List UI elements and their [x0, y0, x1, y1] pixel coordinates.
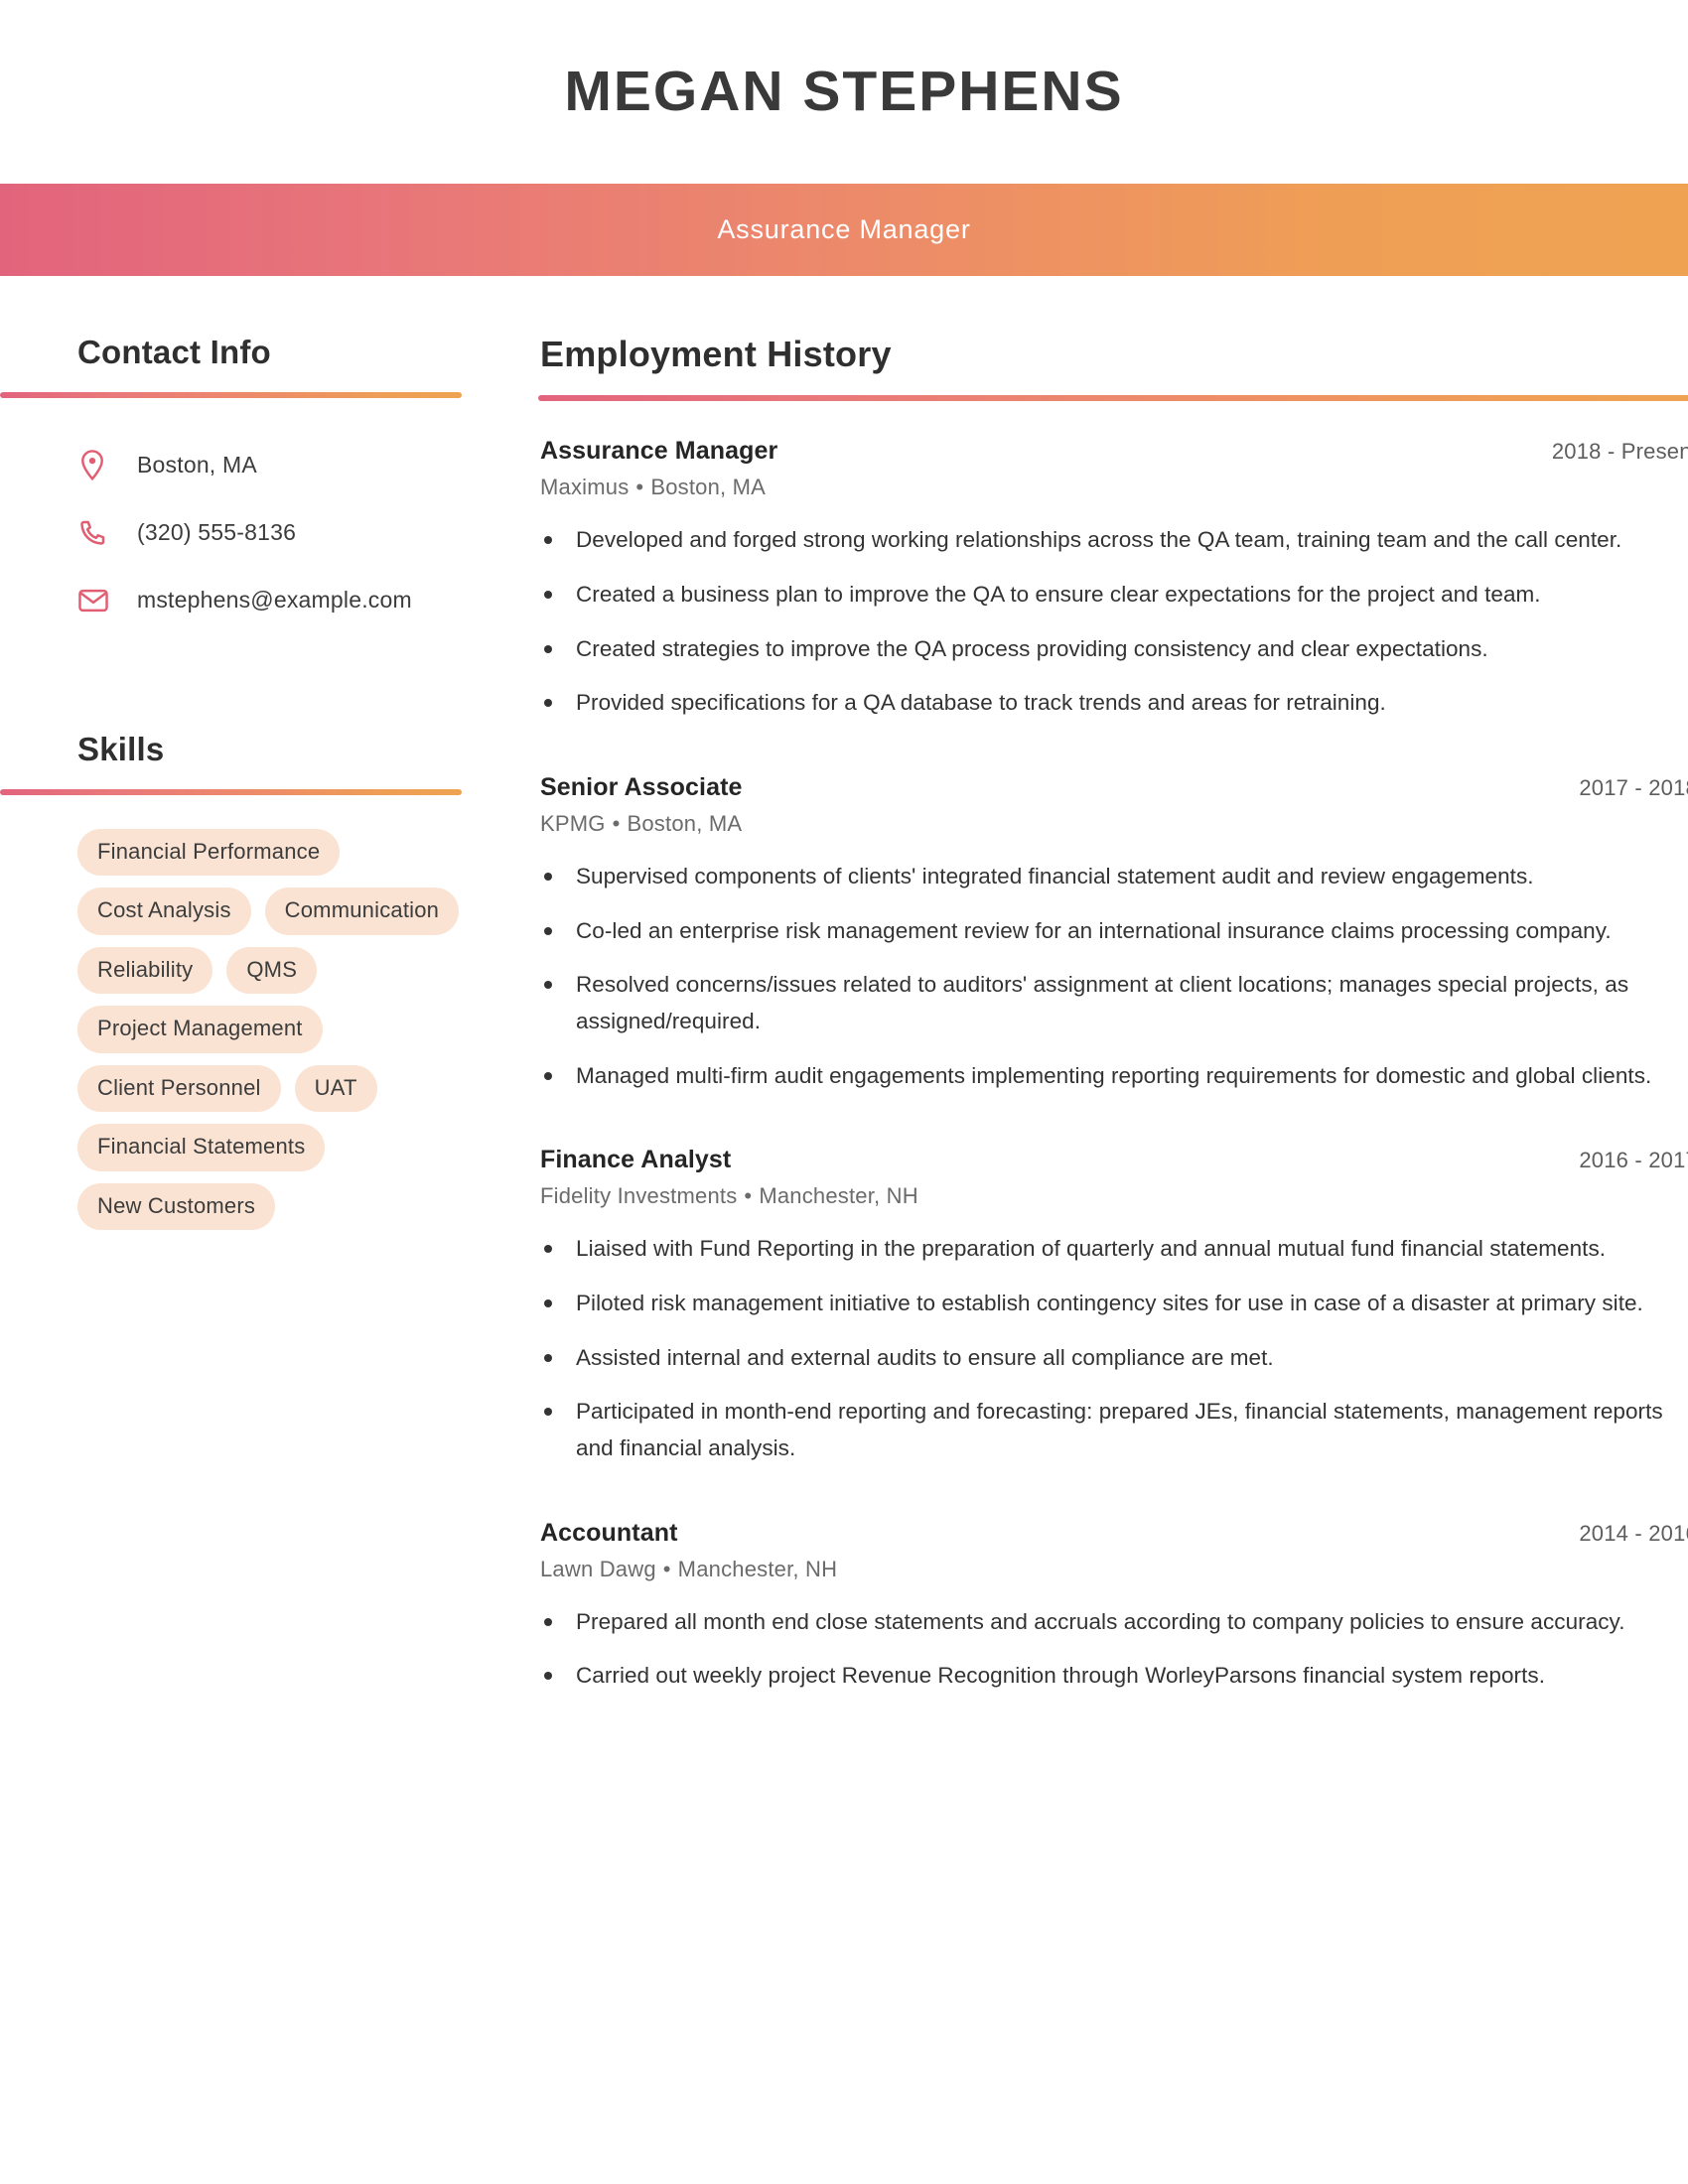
job-header: Senior Associate 2017 - 2018: [540, 773, 1688, 802]
employment-heading: Employment History: [540, 334, 892, 374]
contact-location-value: Boston, MA: [137, 452, 257, 478]
contact-item-location: Boston, MA: [77, 432, 462, 499]
skill-pill: Reliability: [77, 946, 213, 995]
skill-pill: Cost Analysis: [77, 887, 251, 935]
job-company: Lawn Dawg: [540, 1556, 656, 1581]
skill-pill: Client Personnel: [77, 1064, 281, 1113]
job-dates: 2018 - Present: [1551, 439, 1688, 465]
contact-item-email: mstephens@example.com: [77, 567, 462, 634]
employment-list: Assurance Manager 2018 - Present Maximus…: [540, 437, 1688, 1695]
skill-pill: Financial Performance: [77, 828, 341, 877]
skills-list: Financial Performance Cost Analysis Comm…: [77, 828, 475, 1231]
skill-pill: Communication: [264, 887, 460, 935]
job-role: Senior Associate: [540, 773, 743, 802]
job-dates: 2017 - 2018: [1579, 775, 1688, 801]
job-header: Finance Analyst 2016 - 2017: [540, 1146, 1688, 1174]
job-bullets: Liaised with Fund Reporting in the prepa…: [540, 1231, 1688, 1466]
job-role: Finance Analyst: [540, 1146, 732, 1174]
job-meta: Maximus • Boston, MA: [540, 475, 1688, 500]
resume-body: Contact Info Boston, MA (320) 555-8136 m…: [0, 276, 1688, 1708]
envelope-icon: [77, 587, 117, 614]
job-meta: KPMG • Boston, MA: [540, 811, 1688, 837]
skill-pill: UAT: [294, 1064, 377, 1113]
skills-divider: [0, 788, 462, 795]
job-bullet: Provided specifications for a QA databas…: [540, 685, 1688, 722]
job-company: KPMG: [540, 811, 606, 837]
job-bullet: Created strategies to improve the QA pro…: [540, 631, 1688, 668]
page-title: MEGAN STEPHENS: [564, 60, 1124, 123]
job-bullet: Assisted internal and external audits to…: [540, 1340, 1688, 1377]
job-company: Fidelity Investments: [540, 1183, 738, 1209]
job-bullet: Resolved concerns/issues related to audi…: [540, 967, 1688, 1039]
skill-pill: Financial Statements: [77, 1124, 326, 1171]
job-bullet: Liaised with Fund Reporting in the prepa…: [540, 1231, 1688, 1268]
bullet-separator-icon: •: [744, 1183, 753, 1209]
job-meta: Lawn Dawg • Manchester, NH: [540, 1557, 1688, 1582]
main-content: Employment History Assurance Manager 201…: [496, 334, 1688, 1708]
bullet-separator-icon: •: [635, 475, 644, 500]
job-entry: Accountant 2014 - 2016 Lawn Dawg • Manches…: [540, 1519, 1688, 1695]
employment-divider: [538, 395, 1688, 402]
phone-icon: [77, 518, 117, 548]
contact-item-phone: (320) 555-8136: [77, 499, 462, 567]
skill-pill: New Customers: [77, 1182, 276, 1231]
job-title-band: Assurance Manager: [0, 184, 1688, 276]
job-bullet: Developed and forged strong working rela…: [540, 522, 1688, 559]
location-pin-icon: [77, 449, 117, 482]
sidebar: Contact Info Boston, MA (320) 555-8136 m…: [0, 334, 496, 1231]
job-bullet: Participated in month-end reporting and …: [540, 1394, 1688, 1466]
bullet-separator-icon: •: [612, 811, 621, 837]
job-bullet: Created a business plan to improve the Q…: [540, 577, 1688, 614]
job-location: Manchester, NH: [677, 1556, 838, 1581]
job-bullet: Prepared all month end close statements …: [540, 1604, 1688, 1641]
skill-pill: QMS: [226, 946, 318, 995]
job-header: Accountant 2014 - 2016: [540, 1519, 1688, 1548]
resume-page: MEGAN STEPHENS Assurance Manager Contact…: [0, 0, 1688, 2184]
job-title-text: Assurance Manager: [717, 214, 971, 244]
job-entry: Senior Associate 2017 - 2018 KPMG • Boston…: [540, 773, 1688, 1094]
contact-email-value: mstephens@example.com: [137, 587, 412, 614]
job-location: Boston, MA: [650, 475, 767, 500]
job-bullet: Supervised components of clients' integr…: [540, 859, 1688, 895]
job-location: Boston, MA: [627, 811, 743, 837]
job-entry: Assurance Manager 2018 - Present Maximus…: [540, 437, 1688, 722]
contact-phone-value: (320) 555-8136: [137, 519, 297, 546]
job-dates: 2016 - 2017: [1579, 1148, 1688, 1173]
skills-heading: Skills: [77, 730, 165, 767]
job-header: Assurance Manager 2018 - Present: [540, 437, 1688, 466]
job-dates: 2014 - 2016: [1579, 1520, 1688, 1546]
job-role: Assurance Manager: [540, 437, 778, 466]
job-bullet: Managed multi-firm audit engagements imp…: [540, 1058, 1688, 1095]
contact-list: Boston, MA (320) 555-8136 mstephens@exam…: [77, 432, 462, 634]
job-bullet: Piloted risk management initiative to es…: [540, 1286, 1688, 1322]
job-entry: Finance Analyst 2016 - 2017 Fidelity Inv…: [540, 1146, 1688, 1466]
job-bullet: Carried out weekly project Revenue Recog…: [540, 1658, 1688, 1695]
job-location: Manchester, NH: [759, 1183, 918, 1209]
contact-heading: Contact Info: [77, 334, 271, 370]
job-role: Accountant: [540, 1518, 678, 1547]
skills-section: Skills Financial Performance Cost Analys…: [0, 730, 462, 1231]
contact-divider: [0, 391, 462, 398]
skill-pill: Project Management: [77, 1006, 323, 1053]
job-bullets: Developed and forged strong working rela…: [540, 522, 1688, 722]
job-bullets: Prepared all month end close statements …: [540, 1604, 1688, 1695]
job-company: Maximus: [540, 475, 630, 500]
contact-section: Contact Info Boston, MA (320) 555-8136 m…: [0, 334, 462, 634]
job-bullets: Supervised components of clients' integr…: [540, 859, 1688, 1094]
bullet-separator-icon: •: [662, 1556, 671, 1581]
job-meta: Fidelity Investments • Manchester, NH: [540, 1183, 1688, 1209]
job-bullet: Co-led an enterprise risk management rev…: [540, 913, 1688, 950]
resume-header: MEGAN STEPHENS: [0, 0, 1688, 184]
